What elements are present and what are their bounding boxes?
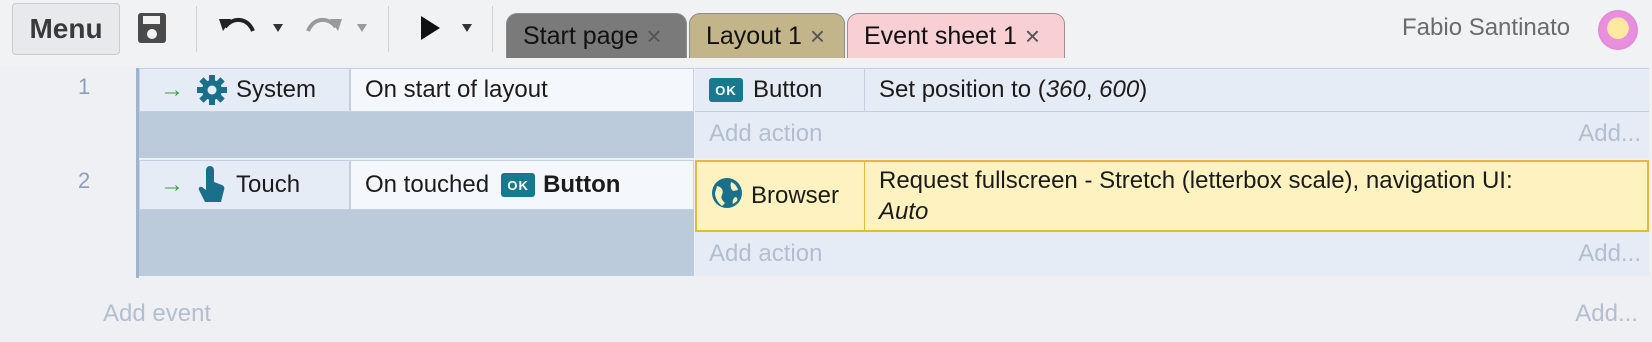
- arrow-right-icon: →: [160, 76, 184, 103]
- condition-object-label: Touch: [236, 171, 301, 198]
- event-number: 1: [78, 74, 91, 99]
- action-row[interactable]: OK Button Set position to ( 360 , 600 ): [695, 68, 1649, 112]
- add-action-row[interactable]: Add action Add...: [695, 112, 1649, 158]
- action-param-y: 600: [1099, 76, 1140, 103]
- event-number: 2: [78, 168, 91, 193]
- tab-start-page[interactable]: Start page ×: [506, 13, 687, 58]
- globe-icon: [711, 177, 743, 216]
- undo-dropdown-icon[interactable]: [273, 24, 283, 32]
- action-text-prefix: Set position to (: [879, 76, 1046, 103]
- event-row-1[interactable]: → System On start of layout OK Button Se…: [136, 68, 1649, 160]
- action-row-selected[interactable]: Browser Request fullscreen - Stretch (le…: [695, 160, 1649, 232]
- toolbar-divider: [492, 6, 493, 52]
- add-event-link[interactable]: Add event: [103, 300, 211, 328]
- condition-object-touch[interactable]: → Touch: [139, 160, 350, 210]
- close-icon[interactable]: ×: [810, 23, 825, 49]
- toolbar-divider: [196, 6, 197, 52]
- action-object-label: Browser: [751, 182, 840, 209]
- tab-label: Layout 1: [706, 21, 802, 50]
- gear-icon: [196, 74, 236, 106]
- add-action-row[interactable]: Add action Add...: [695, 232, 1649, 276]
- condition-text[interactable]: On start of layout: [350, 68, 694, 112]
- play-icon[interactable]: [416, 14, 444, 42]
- ok-button-icon: OK: [709, 78, 743, 102]
- ok-button-icon: OK: [501, 173, 536, 197]
- action-object-browser[interactable]: Browser: [697, 162, 865, 230]
- toolbar-divider: [388, 6, 389, 52]
- add-action-link[interactable]: Add action: [709, 240, 822, 268]
- close-icon[interactable]: ×: [1025, 23, 1040, 49]
- condition-object-system[interactable]: → System: [139, 68, 350, 112]
- event-row-2[interactable]: → Touch On touched OK Button Browser Req…: [136, 160, 1649, 278]
- action-object-button[interactable]: OK Button: [695, 69, 865, 111]
- redo-dropdown-icon[interactable]: [357, 24, 367, 32]
- menu-button[interactable]: Menu: [12, 3, 120, 55]
- avatar[interactable]: [1598, 10, 1638, 50]
- toolbar: Menu Start page × Layout 1 × Event sheet…: [0, 0, 1652, 66]
- user-name[interactable]: Fabio Santinato: [1402, 14, 1570, 42]
- save-icon[interactable]: [136, 10, 168, 46]
- play-dropdown-icon[interactable]: [462, 24, 472, 32]
- condition-text-label: On touched: [365, 171, 490, 198]
- tab-layout-1[interactable]: Layout 1 ×: [689, 13, 845, 58]
- condition-target-object: Button: [543, 171, 621, 198]
- tab-label: Start page: [523, 21, 639, 50]
- action-param-nav-ui: Auto: [879, 198, 929, 225]
- undo-icon[interactable]: [218, 14, 258, 42]
- event-sheet: 1 → System On start of layout OK Button …: [0, 66, 1652, 342]
- action-text-suffix: ): [1139, 76, 1148, 103]
- action-text-line1: Request fullscreen - Stretch (letterbox …: [879, 167, 1513, 194]
- arrow-right-icon: →: [160, 171, 184, 198]
- tab-event-sheet-1[interactable]: Event sheet 1 ×: [847, 13, 1065, 58]
- action-text[interactable]: Set position to ( 360 , 600 ): [865, 69, 1649, 111]
- condition-object-label: System: [236, 76, 317, 103]
- add-more-link[interactable]: Add...: [1578, 240, 1641, 268]
- action-text[interactable]: Request fullscreen - Stretch (letterbox …: [865, 162, 1647, 230]
- add-event-row[interactable]: Add event Add...: [0, 286, 1652, 342]
- tab-label: Event sheet 1: [864, 21, 1017, 50]
- action-param-x: 360: [1045, 76, 1086, 103]
- touch-icon: [196, 166, 236, 204]
- close-icon[interactable]: ×: [646, 23, 661, 49]
- action-object-label: Button: [753, 76, 823, 103]
- add-action-link[interactable]: Add action: [709, 120, 822, 148]
- condition-text[interactable]: On touched OK Button: [350, 160, 694, 210]
- add-more-link[interactable]: Add...: [1578, 120, 1641, 148]
- action-param-separator: ,: [1085, 76, 1100, 103]
- add-more-link[interactable]: Add...: [1575, 300, 1638, 328]
- redo-icon[interactable]: [303, 14, 343, 42]
